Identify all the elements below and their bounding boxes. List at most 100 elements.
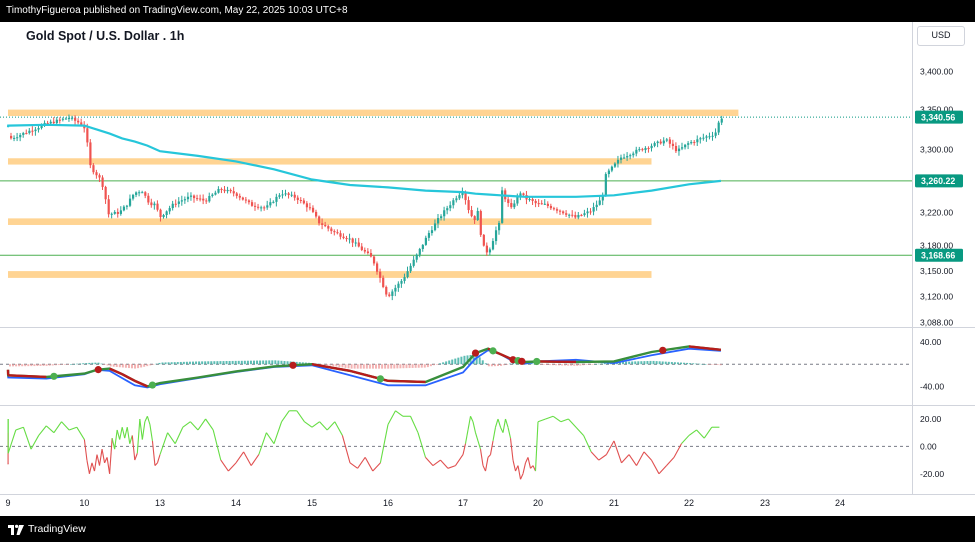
candle [244, 199, 248, 201]
candle [293, 194, 296, 198]
candle [559, 210, 562, 212]
osc-segment [141, 421, 146, 440]
osc-segment [681, 435, 690, 445]
candle [34, 129, 37, 132]
candle [180, 200, 183, 202]
candle [89, 142, 92, 166]
macd-hist-bar [36, 364, 39, 367]
macd-hist-bar [381, 364, 384, 369]
macd-hist-bar [228, 360, 231, 365]
candle [427, 233, 431, 238]
macd-hist-bar [545, 364, 548, 365]
time-tick-label: 10 [79, 498, 89, 508]
candle [116, 211, 119, 214]
macd-hist-bar [454, 358, 457, 365]
macd-hist-bar [231, 360, 234, 365]
osc-tick-label: 20.00 [920, 414, 942, 424]
candle [568, 214, 571, 216]
osc-segment [395, 410, 404, 417]
macd-hist-bar [442, 362, 445, 365]
candle [211, 194, 214, 196]
candle [336, 232, 339, 234]
macd-hist-bar [265, 360, 268, 365]
macd-hist-bar [539, 364, 542, 365]
osc-segment [417, 432, 427, 458]
osc-segment [489, 440, 494, 455]
macd-hist-bar [591, 364, 594, 365]
macd-hist-bar [201, 361, 204, 365]
osc-segment [220, 459, 229, 472]
macd-hist-bar [658, 361, 661, 365]
macd-hist-bar [170, 362, 173, 365]
macd-hist-bar [45, 364, 48, 366]
macd-hist-bar [188, 361, 191, 365]
candle [552, 208, 556, 210]
osc-segment [583, 435, 592, 453]
osc-segment [590, 451, 600, 461]
candle [330, 228, 333, 232]
candle [446, 208, 449, 211]
macd-hist-bar [484, 363, 487, 365]
macd-hist-bar [155, 363, 158, 365]
crossover-marker-up [376, 375, 384, 383]
candle [290, 194, 293, 196]
macd-hist-bar [243, 360, 246, 365]
macd-hist-bar [12, 364, 15, 367]
candle [13, 137, 16, 139]
candle [165, 211, 168, 215]
sr-zone-2 [8, 218, 652, 225]
macd-hist-bar [118, 364, 121, 368]
macd-hist-bar [222, 361, 225, 365]
candle [333, 231, 336, 233]
osc-segment [151, 440, 156, 466]
candle [86, 128, 89, 143]
macd-hist-bar [234, 360, 237, 365]
candle [610, 166, 614, 171]
osc-segment [212, 429, 222, 461]
macd-hist-bar [570, 364, 573, 366]
candle [247, 200, 251, 203]
candle [620, 157, 623, 160]
osc-segment [144, 416, 148, 422]
candle [205, 200, 208, 202]
osc-segment [146, 416, 151, 425]
osc-segment [628, 454, 637, 466]
osc-segment [552, 415, 562, 423]
candle [409, 265, 412, 272]
macd-hist-bar [70, 364, 72, 365]
macd-hist-bar [216, 361, 219, 365]
macd-hist-bar [9, 364, 11, 367]
candle [174, 203, 177, 205]
osc-segment [703, 426, 713, 439]
candle [711, 135, 714, 137]
candle [348, 238, 351, 240]
osc-segment [409, 416, 419, 433]
crossover-marker-down [94, 366, 102, 374]
osc-segment [522, 462, 527, 474]
macd-hist-bar [109, 364, 112, 367]
candle [186, 196, 190, 200]
price-tag-label: 3,168.66 [921, 250, 955, 260]
macd-hist-bar [353, 364, 356, 369]
osc-segment [116, 429, 121, 440]
macd-hist-bar [146, 364, 149, 367]
candle [507, 199, 510, 204]
candle [592, 207, 595, 212]
chart-canvas[interactable]: 3,400.003,350.003,300.003,220.003,180.00… [0, 22, 975, 516]
osc-segment [507, 427, 512, 439]
candle [125, 205, 129, 207]
candle [217, 188, 220, 193]
osc-segment [643, 451, 652, 461]
osc-segment [598, 454, 607, 461]
candle [696, 139, 699, 143]
macd-hist-bar [460, 356, 463, 365]
osc-segment [134, 453, 138, 461]
candle [385, 286, 388, 295]
osc-segment [464, 429, 469, 444]
macd-hist-bar [253, 360, 255, 365]
macd-hist-bar [411, 364, 414, 368]
macd-hist-bar [140, 364, 143, 368]
macd-hist-bar [554, 364, 557, 366]
crossover-marker-up [148, 381, 157, 389]
macd-hist-bar [143, 364, 146, 367]
